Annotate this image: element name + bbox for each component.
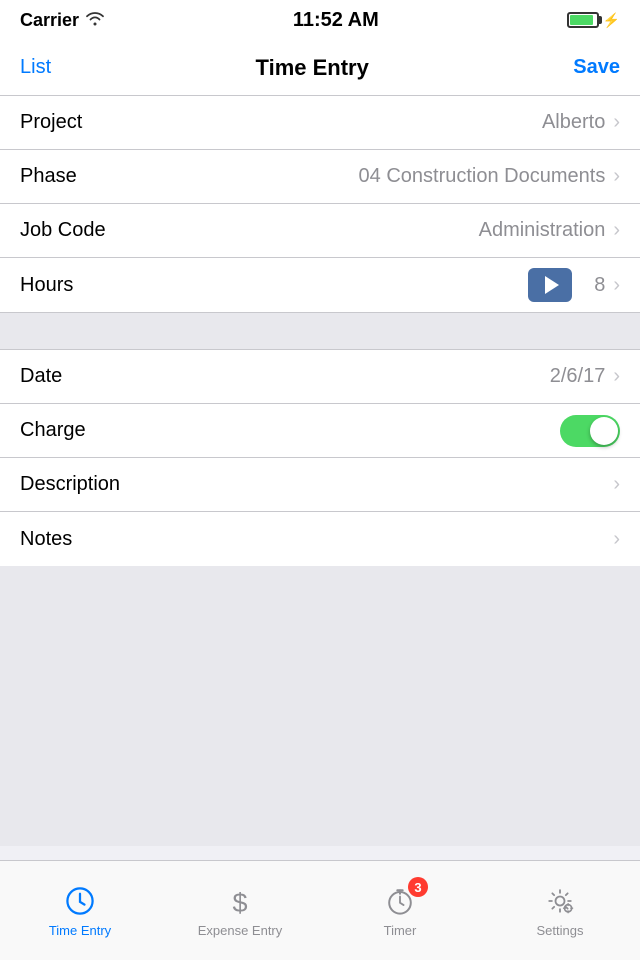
notes-label: Notes bbox=[20, 528, 150, 551]
battery-icon bbox=[567, 12, 599, 28]
settings-icon bbox=[542, 883, 578, 919]
phase-label: Phase bbox=[20, 165, 150, 188]
date-row[interactable]: Date 2/6/17 › bbox=[0, 350, 640, 404]
project-value: Alberto bbox=[150, 111, 605, 134]
charge-row[interactable]: Charge bbox=[0, 404, 640, 458]
status-time: 11:52 AM bbox=[293, 9, 379, 32]
svg-text:$: $ bbox=[232, 888, 247, 918]
project-chevron: › bbox=[613, 111, 620, 134]
section-1: Project Alberto › Phase 04 Construction … bbox=[0, 96, 640, 312]
charge-toggle[interactable] bbox=[560, 415, 620, 447]
nav-bar: List Time Entry Save bbox=[0, 40, 640, 96]
tab-settings-label: Settings bbox=[537, 923, 584, 938]
clock-icon-wrap bbox=[60, 883, 100, 919]
carrier-label: Carrier bbox=[20, 10, 79, 31]
list-button[interactable]: List bbox=[20, 56, 51, 79]
tab-expense-entry[interactable]: $ Expense Entry bbox=[180, 883, 300, 938]
hours-chevron: › bbox=[613, 274, 620, 297]
hours-row[interactable]: Hours 8 › bbox=[0, 258, 640, 312]
jobcode-value: Administration bbox=[150, 219, 605, 242]
section-gap bbox=[0, 312, 640, 350]
description-label: Description bbox=[20, 473, 150, 496]
tab-timer[interactable]: 3 Timer bbox=[340, 883, 460, 938]
play-triangle-icon bbox=[545, 276, 559, 294]
date-value: 2/6/17 bbox=[150, 365, 605, 388]
hours-value: 8 bbox=[594, 274, 605, 297]
tab-settings[interactable]: Settings bbox=[500, 883, 620, 938]
nav-title: Time Entry bbox=[256, 55, 369, 81]
charge-label: Charge bbox=[20, 419, 150, 442]
date-chevron: › bbox=[613, 365, 620, 388]
phase-chevron: › bbox=[613, 165, 620, 188]
notes-chevron: › bbox=[613, 528, 620, 551]
battery-container: ⚡ bbox=[567, 12, 620, 29]
description-row[interactable]: Description › bbox=[0, 458, 640, 512]
clock-icon bbox=[62, 883, 98, 919]
timer-badge: 3 bbox=[408, 877, 428, 897]
jobcode-label: Job Code bbox=[20, 219, 150, 242]
play-button[interactable] bbox=[528, 268, 572, 302]
phase-value: 04 Construction Documents bbox=[150, 165, 605, 188]
jobcode-row[interactable]: Job Code Administration › bbox=[0, 204, 640, 258]
project-row[interactable]: Project Alberto › bbox=[0, 96, 640, 150]
dollar-icon: $ bbox=[222, 883, 258, 919]
bolt-icon: ⚡ bbox=[603, 12, 620, 29]
toggle-knob bbox=[590, 417, 618, 445]
settings-icon-wrap bbox=[540, 883, 580, 919]
tab-time-entry[interactable]: Time Entry bbox=[20, 883, 140, 938]
tab-time-entry-label: Time Entry bbox=[49, 923, 111, 938]
tab-timer-label: Timer bbox=[384, 923, 417, 938]
notes-row[interactable]: Notes › bbox=[0, 512, 640, 566]
tab-bar: Time Entry $ Expense Entry 3 Timer bbox=[0, 860, 640, 960]
tab-expense-label: Expense Entry bbox=[198, 923, 283, 938]
hours-label: Hours bbox=[20, 274, 150, 297]
jobcode-chevron: › bbox=[613, 219, 620, 242]
date-label: Date bbox=[20, 365, 150, 388]
project-label: Project bbox=[20, 111, 150, 134]
status-bar: Carrier 11:52 AM ⚡ bbox=[0, 0, 640, 40]
timer-icon-wrap: 3 bbox=[380, 883, 420, 919]
wifi-icon bbox=[85, 10, 105, 31]
dollar-icon-wrap: $ bbox=[220, 883, 260, 919]
content-area bbox=[0, 566, 640, 846]
phase-row[interactable]: Phase 04 Construction Documents › bbox=[0, 150, 640, 204]
save-button[interactable]: Save bbox=[573, 56, 620, 79]
description-chevron: › bbox=[613, 473, 620, 496]
section-2: Date 2/6/17 › Charge Description › Notes… bbox=[0, 350, 640, 566]
